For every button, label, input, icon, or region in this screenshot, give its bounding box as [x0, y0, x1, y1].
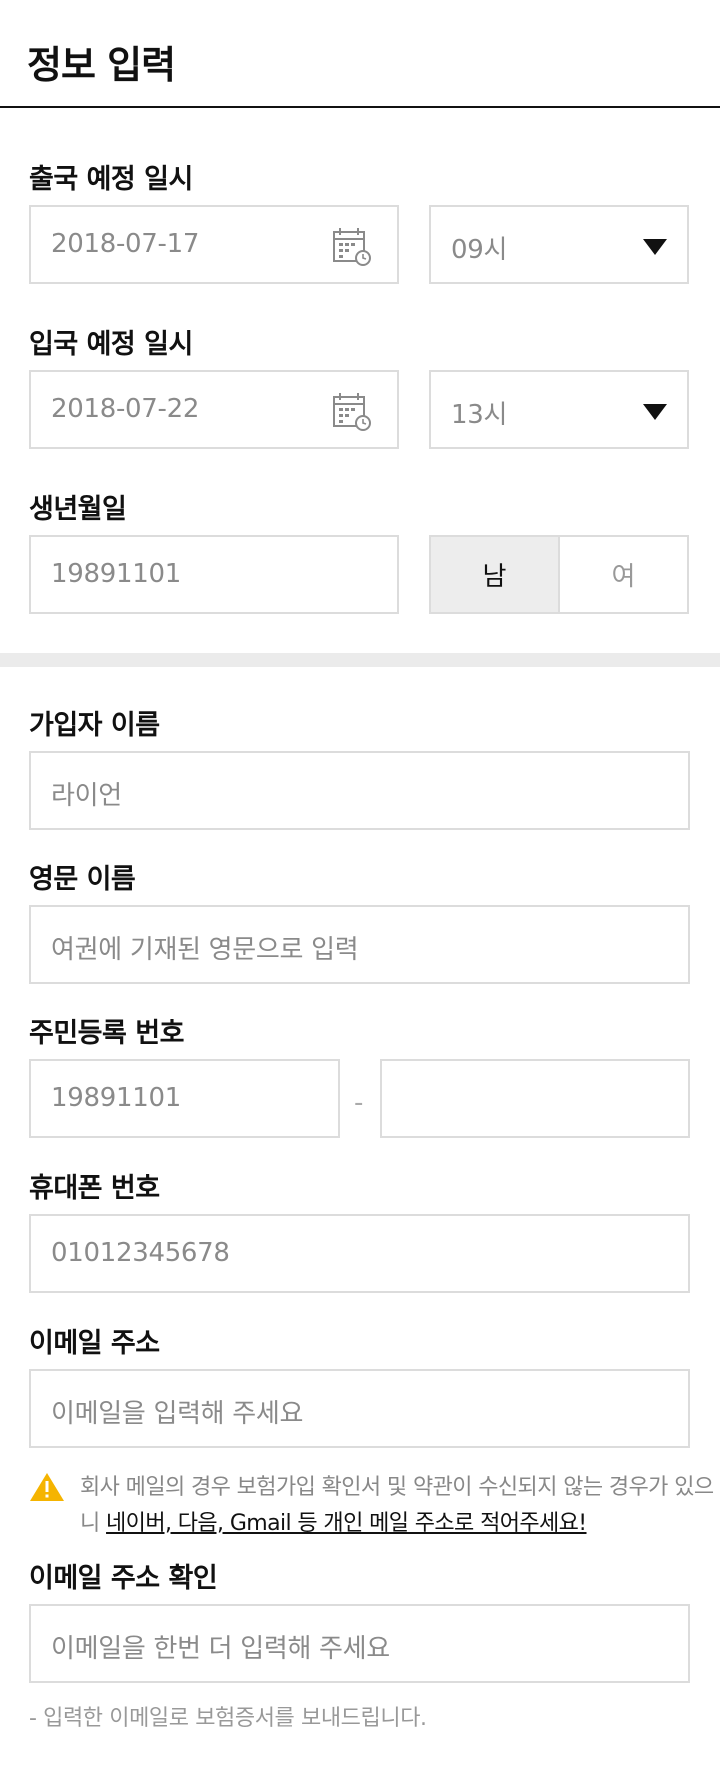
email-footnote: - 입력한 이메일로 보험증서를 보내드립니다. [29, 1706, 427, 1731]
resident-front-value: 19891101 [51, 1083, 181, 1113]
subscriber-label: 가입자 이름 [29, 710, 160, 741]
resident-number-label: 주민등록 번호 [29, 1018, 184, 1049]
email-placeholder: 이메일을 입력해 주세요 [51, 1399, 304, 1429]
calendar-icon[interactable] [331, 225, 373, 267]
english-name-input[interactable]: 여권에 기재된 영문으로 입력 [29, 905, 690, 984]
resident-back-input[interactable] [380, 1059, 690, 1138]
arrival-date-value: 2018-07-22 [51, 394, 200, 424]
departure-date-field[interactable]: 2018-07-17 [29, 205, 399, 284]
gender-male-option[interactable]: 남 [431, 537, 560, 612]
email-confirm-placeholder: 이메일을 한번 더 입력해 주세요 [51, 1634, 390, 1664]
section-divider [0, 653, 720, 667]
phone-input[interactable]: 01012345678 [29, 1214, 690, 1293]
page-title: 정보 입력 [27, 43, 176, 87]
arrival-hour-select[interactable]: 13시 [429, 370, 689, 449]
email-notice-link[interactable]: 네이버, 다음, Gmail 등 개인 메일 주소로 적어주세요! [106, 1511, 587, 1536]
departure-label: 출국 예정 일시 [29, 164, 193, 195]
birth-label: 생년월일 [29, 494, 127, 525]
english-name-placeholder: 여권에 기재된 영문으로 입력 [51, 935, 359, 965]
english-name-label: 영문 이름 [29, 864, 136, 895]
resident-separator: - [354, 1088, 364, 1118]
email-input[interactable]: 이메일을 입력해 주세요 [29, 1369, 690, 1448]
gender-female-option[interactable]: 여 [560, 537, 687, 612]
page-header: 정보 입력 [0, 0, 720, 108]
email-confirm-input[interactable]: 이메일을 한번 더 입력해 주세요 [29, 1604, 690, 1683]
gender-toggle: 남 여 [429, 535, 689, 614]
departure-hour-value: 09시 [451, 235, 508, 265]
arrival-date-field[interactable]: 2018-07-22 [29, 370, 399, 449]
birth-date-value: 19891101 [51, 559, 181, 589]
phone-label: 휴대폰 번호 [29, 1173, 160, 1204]
email-label: 이메일 주소 [29, 1328, 160, 1359]
calendar-icon[interactable] [331, 390, 373, 432]
email-confirm-label: 이메일 주소 확인 [29, 1563, 218, 1594]
dropdown-arrow-icon [643, 404, 667, 420]
subscriber-name-input[interactable]: 라이언 [29, 751, 690, 830]
arrival-hour-value: 13시 [451, 400, 508, 430]
departure-date-value: 2018-07-17 [51, 229, 200, 259]
dropdown-arrow-icon [643, 239, 667, 255]
resident-front-input[interactable]: 19891101 [29, 1059, 340, 1138]
subscriber-name-placeholder: 라이언 [51, 781, 122, 811]
birth-date-field[interactable]: 19891101 [29, 535, 399, 614]
warning-icon [30, 1473, 64, 1501]
departure-hour-select[interactable]: 09시 [429, 205, 689, 284]
email-notice-text: 회사 메일의 경우 보험가입 확인서 및 약관이 수신되지 않는 경우가 있으니… [80, 1470, 720, 1542]
arrival-label: 입국 예정 일시 [29, 329, 193, 360]
phone-placeholder: 01012345678 [51, 1238, 230, 1268]
